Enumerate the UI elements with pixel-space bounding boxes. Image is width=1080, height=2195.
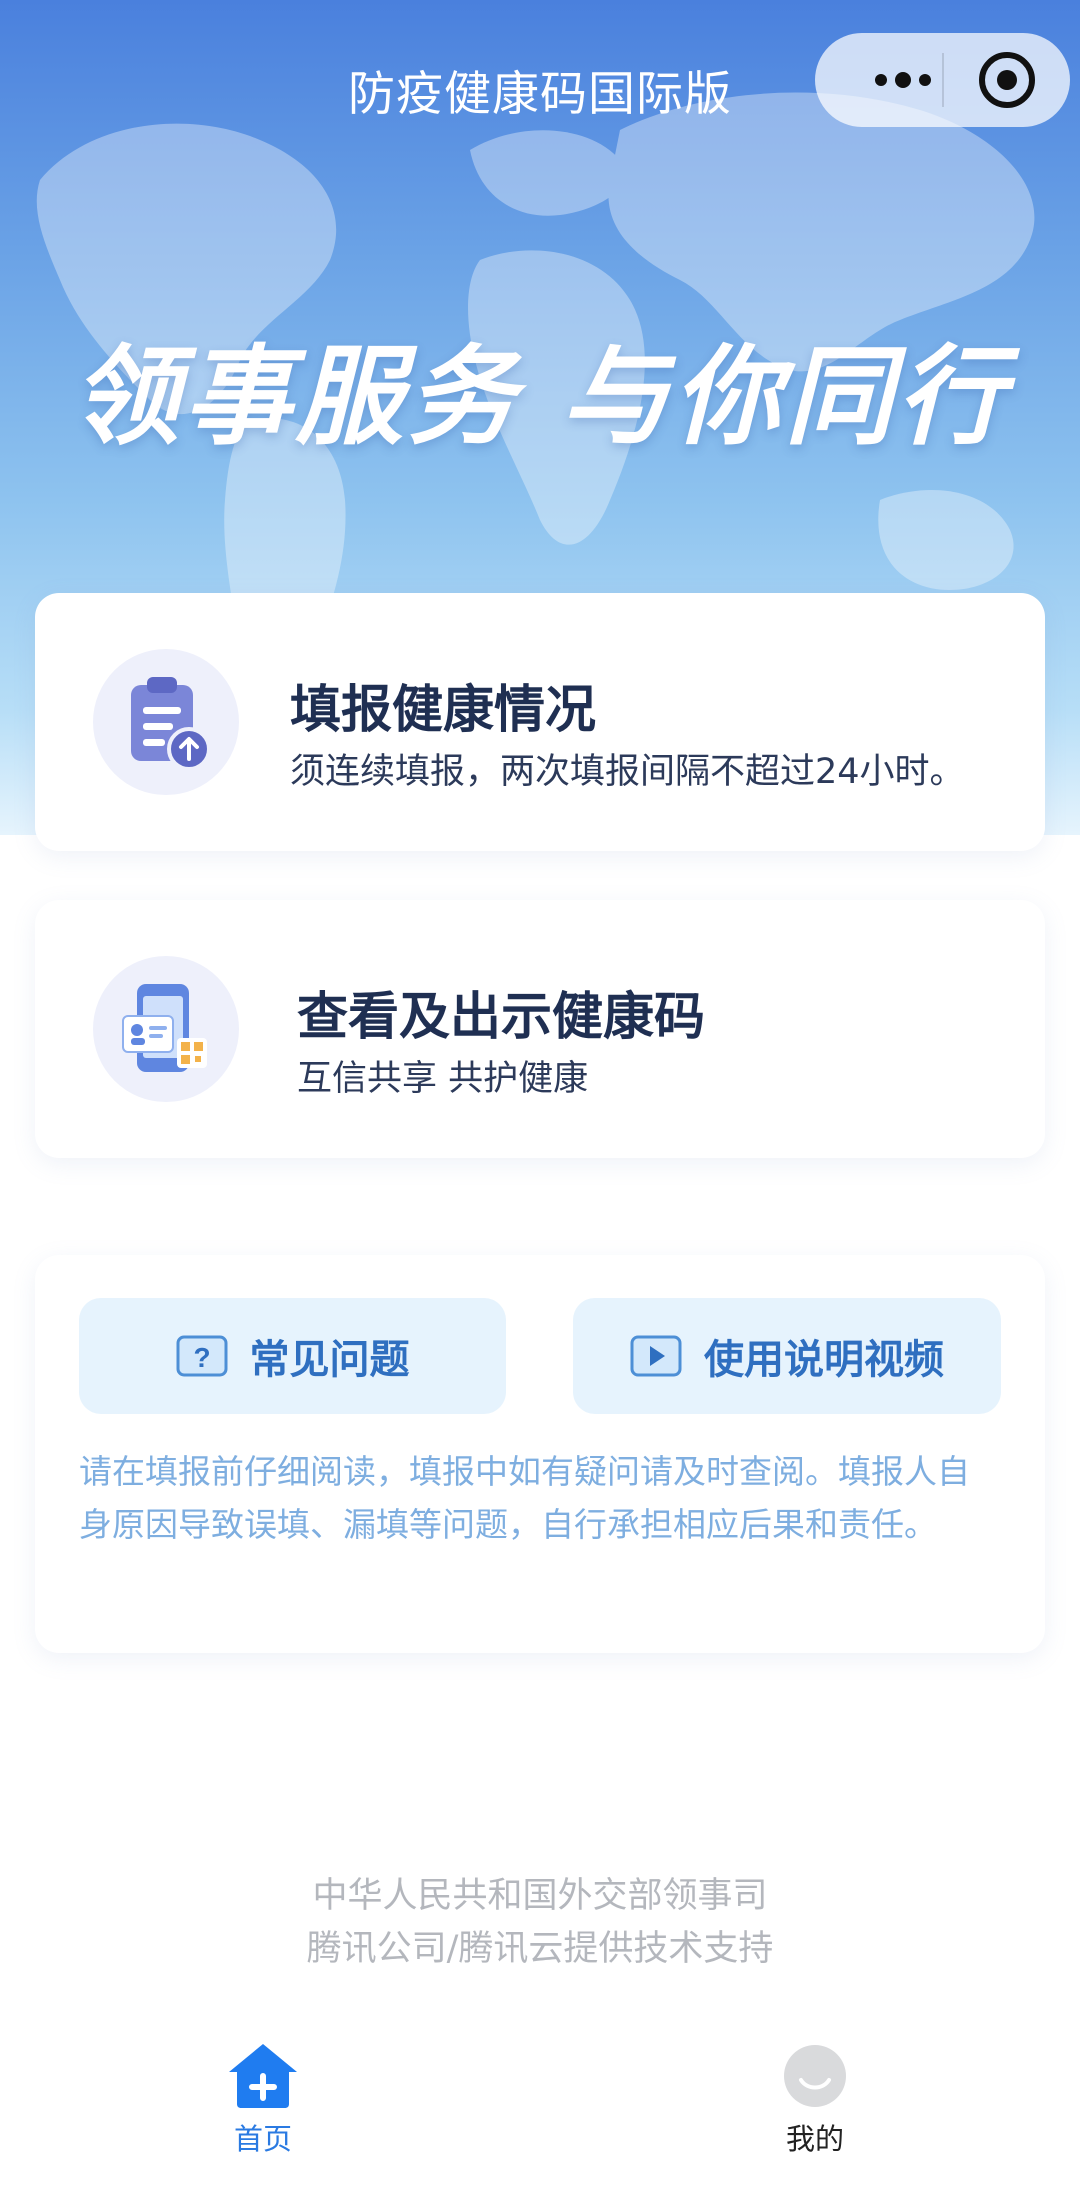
footer-line-ministry: 中华人民共和国外交部领事司 [312, 1876, 768, 1916]
home-icon [229, 2044, 297, 2108]
video-label: 使用说明视频 [704, 1337, 944, 1383]
video-button[interactable]: 使用说明视频 [573, 1298, 1001, 1414]
card-title: 填报健康情况 [290, 681, 597, 740]
card-title: 查看及出示健康码 [297, 988, 706, 1047]
play-video-icon [630, 1335, 682, 1377]
faq-label: 常见问题 [249, 1337, 410, 1383]
svg-text:?: ? [193, 1342, 210, 1373]
capsule-divider [942, 53, 944, 107]
report-health-card[interactable]: 填报健康情况 须连续填报，两次填报间隔不超过24小时。 [35, 593, 1045, 851]
help-card: ? 常见问题 使用说明视频 请在填报前仔细阅读，填报中如有疑问请及时查阅。填报人… [35, 1255, 1045, 1653]
card-subtitle: 须连续填报，两次填报间隔不超过24小时。 [290, 752, 965, 792]
tab-me-label: 我的 [785, 2122, 844, 2156]
footer: 中华人民共和国外交部领事司 腾讯公司/腾讯云提供技术支持 [0, 1870, 1080, 1976]
tab-home[interactable]: 首页 [163, 2040, 363, 2158]
card-subtitle: 互信共享 共护健康 [297, 1059, 589, 1099]
view-health-code-card[interactable]: 查看及出示健康码 互信共享 共护健康 [35, 900, 1045, 1158]
notice-text: 请在填报前仔细阅读，填报中如有疑问请及时查阅。填报人自身原因导致误填、漏填等问题… [79, 1452, 970, 1544]
slogan: 领事服务 与你同行 [71, 335, 1009, 460]
tab-bar: 首页 我的 [0, 2040, 1080, 2195]
clipboard-upload-icon [93, 649, 239, 795]
avatar-icon [784, 2045, 846, 2107]
question-mark-icon: ? [176, 1335, 227, 1377]
more-dots-icon[interactable] [853, 68, 953, 92]
tab-home-label: 首页 [233, 2122, 292, 2156]
tab-me[interactable]: 我的 [715, 2040, 915, 2158]
target-circle-icon[interactable] [979, 52, 1035, 108]
phone-qrcode-icon [93, 956, 239, 1102]
faq-button[interactable]: ? 常见问题 [79, 1298, 506, 1414]
mini-program-capsule [815, 33, 1070, 127]
footer-line-support: 腾讯公司/腾讯云提供技术支持 [306, 1929, 774, 1969]
